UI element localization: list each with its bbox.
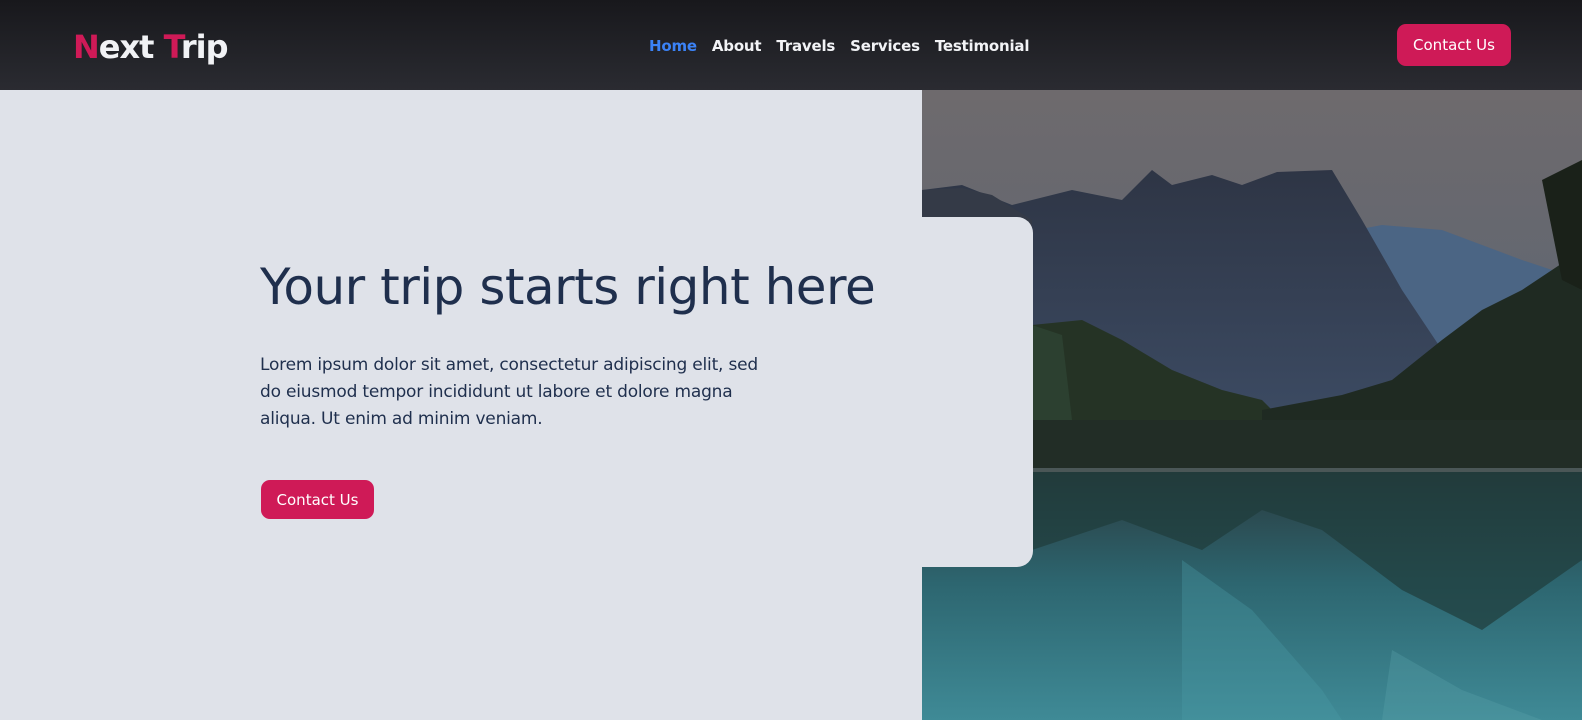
nav-link-home[interactable]: Home [649, 37, 697, 55]
logo[interactable]: Next Trip [73, 27, 229, 67]
hero-description: Lorem ipsum dolor sit amet, consectetur … [260, 355, 758, 429]
nav-link-travels[interactable]: Travels [776, 37, 835, 55]
nav-link-testimonial[interactable]: Testimonial [935, 37, 1030, 55]
hero-contact-button[interactable]: Contact Us [261, 480, 374, 519]
header-contact-button[interactable]: Contact Us [1397, 24, 1511, 66]
logo-text-ext: ext [98, 28, 155, 66]
navbar: Next Trip Home About Travels Services Te… [0, 0, 1582, 90]
nav-link-about[interactable]: About [712, 37, 762, 55]
logo-initial-n: N [73, 28, 100, 66]
logo-initial-t: T [163, 28, 182, 66]
hero-card [860, 217, 1033, 567]
nav-link-services[interactable]: Services [850, 37, 920, 55]
hero-title: Your trip starts right here [260, 258, 876, 316]
logo-text-rip: rip [180, 28, 229, 66]
main-nav: Home About Travels Services Testimonial [649, 33, 1029, 59]
